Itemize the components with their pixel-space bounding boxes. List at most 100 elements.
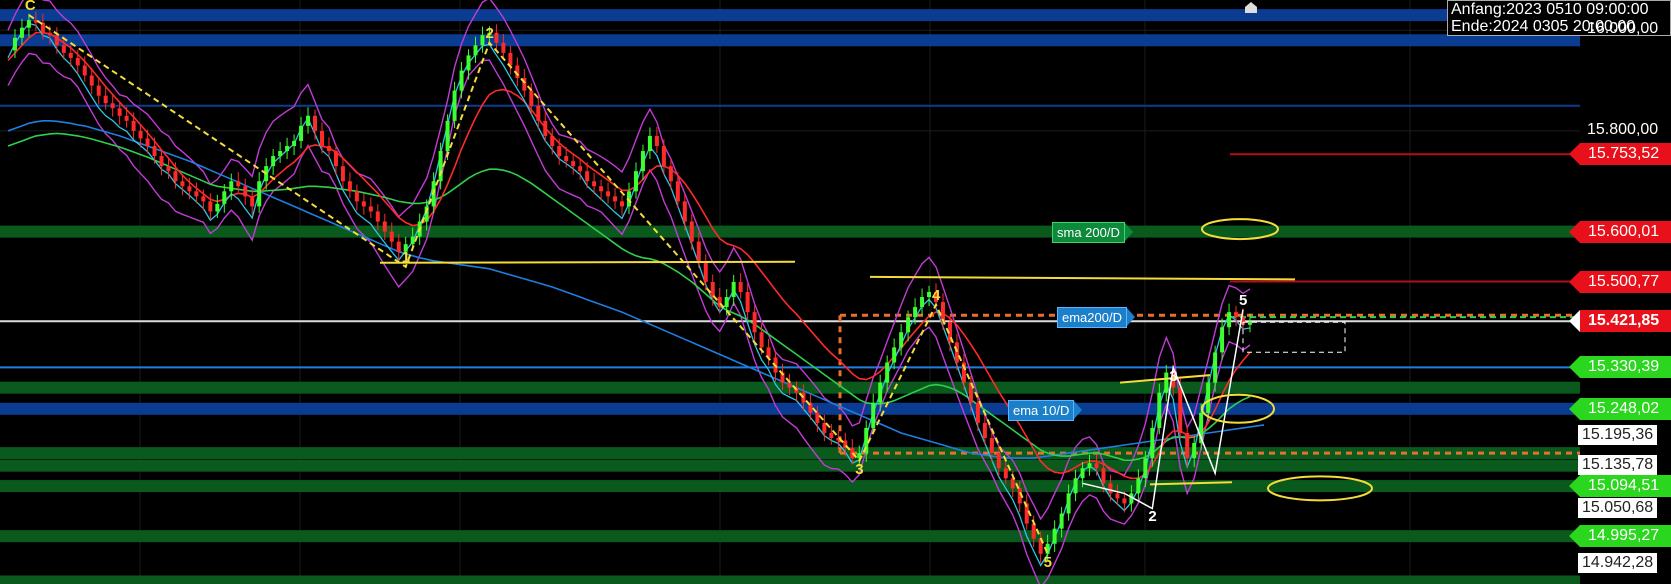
price-bar [319,130,324,146]
y-axis-tick-label: 16.000,00 [1587,20,1659,38]
price-bar [822,422,827,433]
price-bar [285,146,290,152]
price-tag: 15.330,39 [1569,356,1671,379]
price-bar [815,412,820,423]
price-bar [613,196,618,202]
price-bar [438,151,443,182]
level-band [0,530,1580,543]
price-bar [1164,372,1169,393]
price-bar [201,196,206,202]
price-bar [410,236,415,245]
support-line [379,260,796,264]
price-bar [724,297,729,308]
price-bar [759,332,764,348]
indicator-label: ema200/D [1057,307,1135,329]
price-bar [236,181,241,187]
range-start: Anfang:2023 0510 09:00:00 [1451,1,1649,18]
wave-label: 1 [401,248,411,266]
price-bar [550,135,555,146]
price-tag: 15.500,77 [1569,270,1671,293]
price-bar [982,422,987,438]
price-bar [173,171,178,182]
price-tag: 15.600,01 [1569,220,1671,243]
price-bar [1220,327,1225,353]
price-bar [243,186,248,197]
side-value-label: 15.135,78 [1578,455,1658,476]
price-bar [1010,478,1015,489]
price-bar [375,211,380,222]
price-bar [871,402,876,428]
price-bar [361,201,366,207]
price-bar [633,171,638,192]
price-bar [592,181,597,187]
price-bar [494,32,499,43]
price-bar [187,186,192,192]
price-chart[interactable] [0,0,1671,584]
indicator-label: sma 200/D [1052,221,1133,243]
price-bar [382,221,387,232]
price-bar [1248,322,1252,325]
price-bar [19,27,24,38]
wave-label: 4 [932,286,941,304]
price-bar [278,151,283,157]
price-bar [752,312,757,333]
price-bar [292,140,297,146]
price-bar [578,166,583,172]
price-bar [975,402,980,423]
price-bar [1150,427,1155,459]
price-bar [920,297,925,308]
home-icon[interactable] [1243,0,1259,13]
price-bar [1213,352,1218,383]
price-bar [145,138,150,146]
price-bar [166,166,171,172]
price-bar [138,130,143,139]
price-bar [571,161,576,167]
price-bar [703,261,708,282]
price-bar [927,292,932,298]
price-bar [738,281,743,292]
price-tag: 15.248,02 [1569,397,1671,420]
price-bar [1073,478,1078,494]
price-bar [1031,523,1036,539]
price-bar [529,90,534,106]
price-tag: 15.421,85 [1569,310,1671,333]
price-bar [131,120,136,131]
price-bar [675,181,680,202]
price-bar [180,181,185,187]
price-bar [745,292,750,313]
price-bar [885,362,890,383]
price-bar [257,181,262,207]
price-bar [82,65,87,76]
price-bar [668,166,673,182]
price-bar [271,156,276,167]
price-bar [1115,493,1120,499]
price-bar [368,206,373,212]
price-bar [208,201,213,212]
price-bar [306,115,311,126]
wave-label: 5 [1239,291,1248,309]
price-bar [647,135,652,152]
price-bar [96,85,101,96]
wave-label: 3 [1169,367,1178,385]
price-bar [620,201,625,207]
price-bar [1227,312,1232,328]
price-tag: 15.753,52 [1569,143,1671,166]
price-bar [1087,463,1092,469]
price-bar [913,307,918,318]
price-bar [1143,458,1148,479]
price-bar [326,146,331,152]
price-tag: 14.995,27 [1569,525,1671,548]
level-band [0,447,1580,460]
price-bar [68,52,73,58]
price-bar [103,95,108,104]
price-bar [1234,312,1239,318]
price-bar [61,45,66,53]
price-bar [1094,463,1099,469]
price-bar [480,35,485,46]
price-bar [1185,432,1190,459]
price-bar [954,342,959,363]
price-bar [899,332,904,348]
price-bar [250,196,255,207]
price-bar [340,166,345,182]
price-bar [194,191,199,197]
